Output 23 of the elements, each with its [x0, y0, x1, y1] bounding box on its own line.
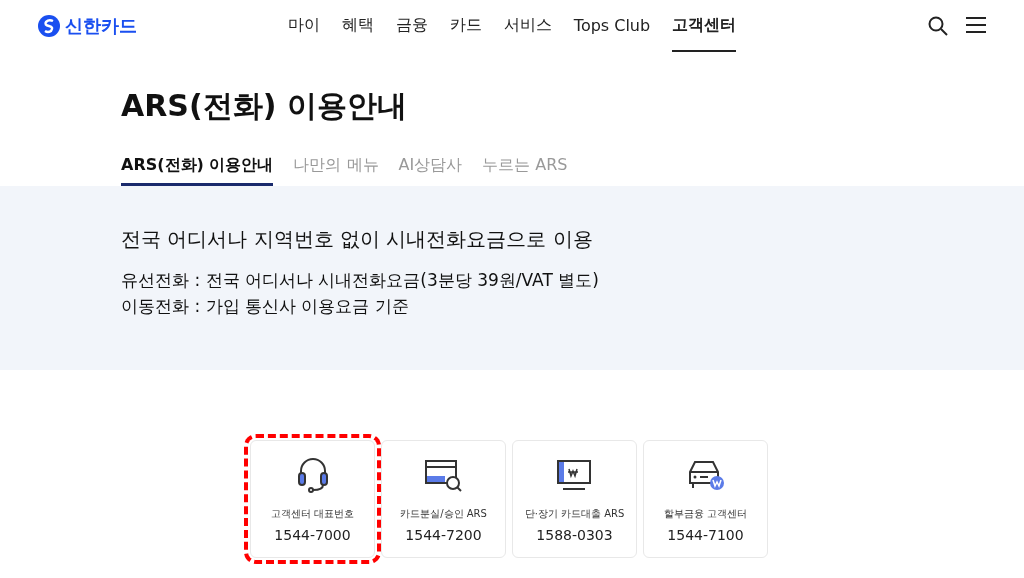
info-heading: 전국 어디서나 지역번호 없이 시내전화요금으로 이용 — [121, 226, 594, 253]
nav-item[interactable]: 서비스 — [503, 0, 552, 52]
phone-card[interactable]: 카드분실/승인 ARS 1544-7200 — [381, 440, 506, 558]
nav-item[interactable]: 고객센터 — [672, 0, 737, 52]
phone-number: 1544-7100 — [667, 527, 744, 543]
phone-number: 1544-7200 — [405, 527, 482, 543]
card-label: 고객센터 대표번호 — [270, 507, 355, 521]
card-label: 카드분실/승인 ARS — [400, 507, 487, 521]
card-label: 단·장기 카드대출 ARS — [524, 507, 625, 521]
phone-card[interactable]: 단·장기 카드대출 ARS 1588-0303 — [512, 440, 637, 558]
phone-number: 1544-7000 — [274, 527, 351, 543]
card-label: 할부금융 고객센터 — [663, 507, 748, 521]
phone-number: 1588-0303 — [536, 527, 613, 543]
phone-card[interactable]: 할부금융 고객센터 1544-7100 — [643, 440, 768, 558]
nav-item[interactable]: 금융 — [395, 0, 428, 52]
nav-item[interactable]: 카드 — [449, 0, 482, 52]
nav-item[interactable]: 혜택 — [341, 0, 374, 52]
nav-item[interactable]: Tops Club — [573, 0, 651, 52]
info-line: 유선전화 : 전국 어디서나 시내전화요금(3분당 39원/VAT 별도) — [121, 269, 600, 292]
logo-text[interactable]: 신한카드 — [65, 14, 137, 38]
page-title: ARS(전화) 이용안내 — [121, 87, 408, 125]
nav-item[interactable]: 마이 — [287, 0, 320, 52]
info-line: 이동전화 : 가입 통신사 이용요금 기준 — [121, 295, 410, 318]
